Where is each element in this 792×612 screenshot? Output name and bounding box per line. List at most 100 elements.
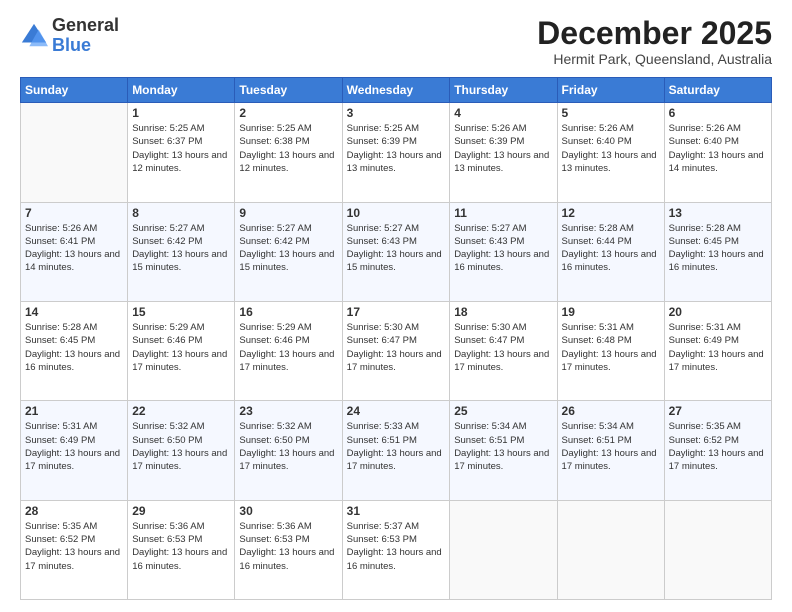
calendar-body: 1 Sunrise: 5:25 AM Sunset: 6:37 PM Daylig… — [21, 103, 772, 600]
day-number: 11 — [454, 206, 552, 220]
logo-icon — [20, 22, 48, 50]
day-info: Sunrise: 5:27 AM Sunset: 6:42 PM Dayligh… — [132, 222, 230, 275]
day-number: 8 — [132, 206, 230, 220]
calendar-cell: 1 Sunrise: 5:25 AM Sunset: 6:37 PM Daylig… — [128, 103, 235, 202]
day-number: 31 — [347, 504, 446, 518]
day-info: Sunrise: 5:27 AM Sunset: 6:43 PM Dayligh… — [347, 222, 446, 275]
calendar-cell: 16Sunrise: 5:29 AM Sunset: 6:46 PM Dayli… — [235, 301, 342, 400]
day-info: Sunrise: 5:30 AM Sunset: 6:47 PM Dayligh… — [454, 321, 552, 374]
calendar-cell: 6 Sunrise: 5:26 AM Sunset: 6:40 PM Daylig… — [664, 103, 771, 202]
day-info: Sunrise: 5:31 AM Sunset: 6:48 PM Dayligh… — [562, 321, 660, 374]
day-info: Sunrise: 5:25 AM Sunset: 6:38 PM Dayligh… — [239, 122, 337, 175]
calendar-cell: 3 Sunrise: 5:25 AM Sunset: 6:39 PM Daylig… — [342, 103, 450, 202]
weekday-header-wednesday: Wednesday — [342, 78, 450, 103]
calendar-cell: 25Sunrise: 5:34 AM Sunset: 6:51 PM Dayli… — [450, 401, 557, 500]
calendar-cell: 4Sunrise: 5:26 AM Sunset: 6:39 PM Daylig… — [450, 103, 557, 202]
day-info: Sunrise: 5:28 AM Sunset: 6:45 PM Dayligh… — [25, 321, 123, 374]
calendar-cell: 12Sunrise: 5:28 AM Sunset: 6:44 PM Dayli… — [557, 202, 664, 301]
day-info: Sunrise: 5:35 AM Sunset: 6:52 PM Dayligh… — [25, 520, 123, 573]
day-number: 22 — [132, 404, 230, 418]
day-number: 6 — [669, 106, 767, 120]
day-number: 17 — [347, 305, 446, 319]
day-info: Sunrise: 5:27 AM Sunset: 6:43 PM Dayligh… — [454, 222, 552, 275]
calendar-cell: 30 Sunrise: 5:36 AM Sunset: 6:53 PM Dayli… — [235, 500, 342, 599]
header: General Blue December 2025 Hermit Park, … — [20, 16, 772, 67]
calendar-cell: 24 Sunrise: 5:33 AM Sunset: 6:51 PM Dayli… — [342, 401, 450, 500]
day-number: 13 — [669, 206, 767, 220]
day-number: 5 — [562, 106, 660, 120]
calendar-header: SundayMondayTuesdayWednesdayThursdayFrid… — [21, 78, 772, 103]
day-number: 26 — [562, 404, 660, 418]
logo-general: General — [52, 15, 119, 35]
calendar-cell — [450, 500, 557, 599]
day-number: 7 — [25, 206, 123, 220]
day-number: 21 — [25, 404, 123, 418]
calendar-cell: 8 Sunrise: 5:27 AM Sunset: 6:42 PM Daylig… — [128, 202, 235, 301]
day-number: 20 — [669, 305, 767, 319]
weekday-header-thursday: Thursday — [450, 78, 557, 103]
calendar-cell: 23Sunrise: 5:32 AM Sunset: 6:50 PM Dayli… — [235, 401, 342, 500]
calendar-cell: 20 Sunrise: 5:31 AM Sunset: 6:49 PM Dayli… — [664, 301, 771, 400]
day-number: 19 — [562, 305, 660, 319]
title-block: December 2025 Hermit Park, Queensland, A… — [537, 16, 772, 67]
day-info: Sunrise: 5:29 AM Sunset: 6:46 PM Dayligh… — [239, 321, 337, 374]
day-number: 30 — [239, 504, 337, 518]
day-info: Sunrise: 5:28 AM Sunset: 6:45 PM Dayligh… — [669, 222, 767, 275]
location: Hermit Park, Queensland, Australia — [537, 51, 772, 67]
month-title: December 2025 — [537, 16, 772, 51]
week-row-2: 7Sunrise: 5:26 AM Sunset: 6:41 PM Daylig… — [21, 202, 772, 301]
day-info: Sunrise: 5:25 AM Sunset: 6:39 PM Dayligh… — [347, 122, 446, 175]
calendar-cell: 7Sunrise: 5:26 AM Sunset: 6:41 PM Daylig… — [21, 202, 128, 301]
calendar-cell: 10 Sunrise: 5:27 AM Sunset: 6:43 PM Dayli… — [342, 202, 450, 301]
calendar-cell: 9Sunrise: 5:27 AM Sunset: 6:42 PM Daylig… — [235, 202, 342, 301]
weekday-header-saturday: Saturday — [664, 78, 771, 103]
calendar-cell — [557, 500, 664, 599]
day-number: 14 — [25, 305, 123, 319]
day-info: Sunrise: 5:26 AM Sunset: 6:40 PM Dayligh… — [562, 122, 660, 175]
calendar-cell: 15Sunrise: 5:29 AM Sunset: 6:46 PM Dayli… — [128, 301, 235, 400]
day-info: Sunrise: 5:30 AM Sunset: 6:47 PM Dayligh… — [347, 321, 446, 374]
day-number: 24 — [347, 404, 446, 418]
calendar-cell: 18 Sunrise: 5:30 AM Sunset: 6:47 PM Dayli… — [450, 301, 557, 400]
day-info: Sunrise: 5:31 AM Sunset: 6:49 PM Dayligh… — [669, 321, 767, 374]
week-row-5: 28 Sunrise: 5:35 AM Sunset: 6:52 PM Dayli… — [21, 500, 772, 599]
weekday-row: SundayMondayTuesdayWednesdayThursdayFrid… — [21, 78, 772, 103]
day-number: 15 — [132, 305, 230, 319]
calendar: SundayMondayTuesdayWednesdayThursdayFrid… — [20, 77, 772, 600]
day-info: Sunrise: 5:31 AM Sunset: 6:49 PM Dayligh… — [25, 420, 123, 473]
week-row-4: 21 Sunrise: 5:31 AM Sunset: 6:49 PM Dayli… — [21, 401, 772, 500]
calendar-cell: 11 Sunrise: 5:27 AM Sunset: 6:43 PM Dayli… — [450, 202, 557, 301]
logo-blue: Blue — [52, 35, 91, 55]
day-number: 28 — [25, 504, 123, 518]
day-number: 3 — [347, 106, 446, 120]
week-row-1: 1 Sunrise: 5:25 AM Sunset: 6:37 PM Daylig… — [21, 103, 772, 202]
day-info: Sunrise: 5:34 AM Sunset: 6:51 PM Dayligh… — [562, 420, 660, 473]
day-info: Sunrise: 5:26 AM Sunset: 6:40 PM Dayligh… — [669, 122, 767, 175]
day-info: Sunrise: 5:33 AM Sunset: 6:51 PM Dayligh… — [347, 420, 446, 473]
day-info: Sunrise: 5:25 AM Sunset: 6:37 PM Dayligh… — [132, 122, 230, 175]
calendar-cell — [664, 500, 771, 599]
day-number: 2 — [239, 106, 337, 120]
day-number: 10 — [347, 206, 446, 220]
day-number: 12 — [562, 206, 660, 220]
calendar-cell: 19 Sunrise: 5:31 AM Sunset: 6:48 PM Dayli… — [557, 301, 664, 400]
day-number: 1 — [132, 106, 230, 120]
day-info: Sunrise: 5:36 AM Sunset: 6:53 PM Dayligh… — [239, 520, 337, 573]
weekday-header-friday: Friday — [557, 78, 664, 103]
day-number: 23 — [239, 404, 337, 418]
weekday-header-monday: Monday — [128, 78, 235, 103]
day-number: 25 — [454, 404, 552, 418]
day-number: 29 — [132, 504, 230, 518]
page: General Blue December 2025 Hermit Park, … — [0, 0, 792, 612]
day-number: 18 — [454, 305, 552, 319]
calendar-cell: 13 Sunrise: 5:28 AM Sunset: 6:45 PM Dayli… — [664, 202, 771, 301]
calendar-cell: 21 Sunrise: 5:31 AM Sunset: 6:49 PM Dayli… — [21, 401, 128, 500]
calendar-cell: 31 Sunrise: 5:37 AM Sunset: 6:53 PM Dayli… — [342, 500, 450, 599]
calendar-cell: 29Sunrise: 5:36 AM Sunset: 6:53 PM Dayli… — [128, 500, 235, 599]
day-info: Sunrise: 5:37 AM Sunset: 6:53 PM Dayligh… — [347, 520, 446, 573]
weekday-header-tuesday: Tuesday — [235, 78, 342, 103]
day-info: Sunrise: 5:26 AM Sunset: 6:39 PM Dayligh… — [454, 122, 552, 175]
day-info: Sunrise: 5:32 AM Sunset: 6:50 PM Dayligh… — [132, 420, 230, 473]
calendar-cell: 17 Sunrise: 5:30 AM Sunset: 6:47 PM Dayli… — [342, 301, 450, 400]
weekday-header-sunday: Sunday — [21, 78, 128, 103]
